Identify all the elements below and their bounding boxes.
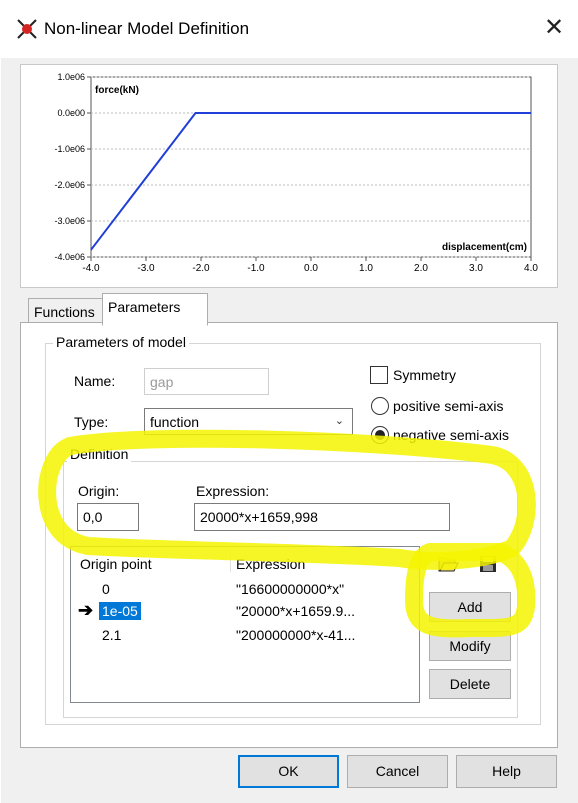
expression-field[interactable]: 20000*x+1659,998 bbox=[194, 503, 450, 531]
table-row[interactable]: ➔ 1e-05 "20000*x+1659.9... bbox=[72, 600, 418, 622]
x-tick-label: 0.0 bbox=[304, 263, 318, 274]
modify-button[interactable]: Modify bbox=[429, 631, 511, 661]
chart-panel: 1.0e06 0.0e00 -1.0e06 -2.0e06 -3.0e06 -4.0e06… bbox=[20, 64, 558, 288]
symmetry-checkbox[interactable] bbox=[370, 366, 388, 384]
radio-selected-dot bbox=[375, 430, 385, 440]
ok-button[interactable]: OK bbox=[238, 755, 339, 788]
expression-cell: "20000*x+1659.9... bbox=[236, 603, 356, 619]
x-axis-label: displacement(cm) bbox=[442, 242, 527, 253]
column-divider bbox=[230, 550, 231, 572]
name-label: Name: bbox=[74, 373, 116, 389]
tab-functions[interactable]: Functions bbox=[28, 298, 108, 325]
parameters-group-label: Parameters of model bbox=[53, 334, 189, 350]
column-header-expression[interactable]: Expression bbox=[236, 556, 305, 572]
tab-parameters[interactable]: Parameters bbox=[102, 293, 208, 326]
window-title: Non-linear Model Definition bbox=[44, 19, 250, 38]
x-tick-label: -2.0 bbox=[192, 263, 210, 274]
save-icon[interactable] bbox=[476, 552, 500, 576]
column-header-origin[interactable]: Origin point bbox=[80, 556, 152, 572]
add-button[interactable]: Add bbox=[429, 592, 511, 622]
chevron-down-icon: ⌄ bbox=[334, 415, 344, 427]
y-tick-label: -3.0e06 bbox=[54, 216, 85, 226]
x-tick-label: -4.0 bbox=[82, 263, 100, 274]
force-displacement-chart: 1.0e06 0.0e00 -1.0e06 -2.0e06 -3.0e06 -4.0e06… bbox=[54, 72, 538, 274]
origin-field[interactable]: 0,0 bbox=[77, 503, 139, 531]
origin-label: Origin: bbox=[78, 483, 120, 499]
positive-semi-axis-radio[interactable] bbox=[371, 397, 389, 415]
table-row[interactable]: 2.1 "200000000*x-41... bbox=[72, 624, 418, 646]
definition-group-label: Definition bbox=[67, 446, 132, 462]
y-tick-label: -2.0e06 bbox=[54, 180, 85, 190]
name-field[interactable]: gap bbox=[144, 368, 269, 395]
type-select-value: function bbox=[150, 414, 200, 430]
plot-area bbox=[90, 76, 532, 258]
origin-cell: 0 bbox=[102, 581, 110, 597]
type-label: Type: bbox=[74, 414, 109, 430]
expression-cell: "16600000000*x" bbox=[236, 581, 345, 597]
origin-cell: 2.1 bbox=[102, 627, 122, 643]
y-tick-label: 1.0e06 bbox=[57, 72, 85, 82]
app-icon bbox=[16, 18, 38, 40]
expression-cell: "200000000*x-41... bbox=[236, 627, 356, 643]
y-tick-label: 0.0e00 bbox=[57, 108, 85, 118]
delete-button[interactable]: Delete bbox=[429, 669, 511, 699]
cancel-button[interactable]: Cancel bbox=[347, 755, 448, 788]
negative-semi-axis-radio[interactable] bbox=[371, 426, 389, 444]
symmetry-label: Symmetry bbox=[393, 367, 456, 383]
origin-cell: 1e-05 bbox=[99, 602, 141, 620]
y-tick-label: -4.0e06 bbox=[54, 252, 85, 262]
x-tick-label: -3.0 bbox=[137, 263, 155, 274]
table-row[interactable]: 0 "16600000000*x" bbox=[72, 578, 418, 600]
x-tick-label: 3.0 bbox=[469, 263, 483, 274]
x-tick-label: 4.0 bbox=[524, 263, 538, 274]
positive-semi-axis-label: positive semi-axis bbox=[393, 398, 504, 414]
arrow-right-icon: ➔ bbox=[78, 600, 94, 620]
help-button[interactable]: Help bbox=[456, 755, 557, 788]
y-tick-label: -1.0e06 bbox=[54, 144, 85, 154]
type-select[interactable]: function ⌄ bbox=[144, 408, 353, 435]
open-folder-icon[interactable] bbox=[436, 552, 460, 576]
y-axis-label: force(kN) bbox=[95, 85, 139, 96]
x-tick-label: 1.0 bbox=[359, 263, 373, 274]
expression-label: Expression: bbox=[196, 483, 270, 499]
negative-semi-axis-label: negative semi-axis bbox=[393, 427, 509, 443]
x-tick-label: -1.0 bbox=[247, 263, 265, 274]
close-icon[interactable]: ✕ bbox=[540, 14, 568, 42]
x-tick-label: 2.0 bbox=[414, 263, 428, 274]
